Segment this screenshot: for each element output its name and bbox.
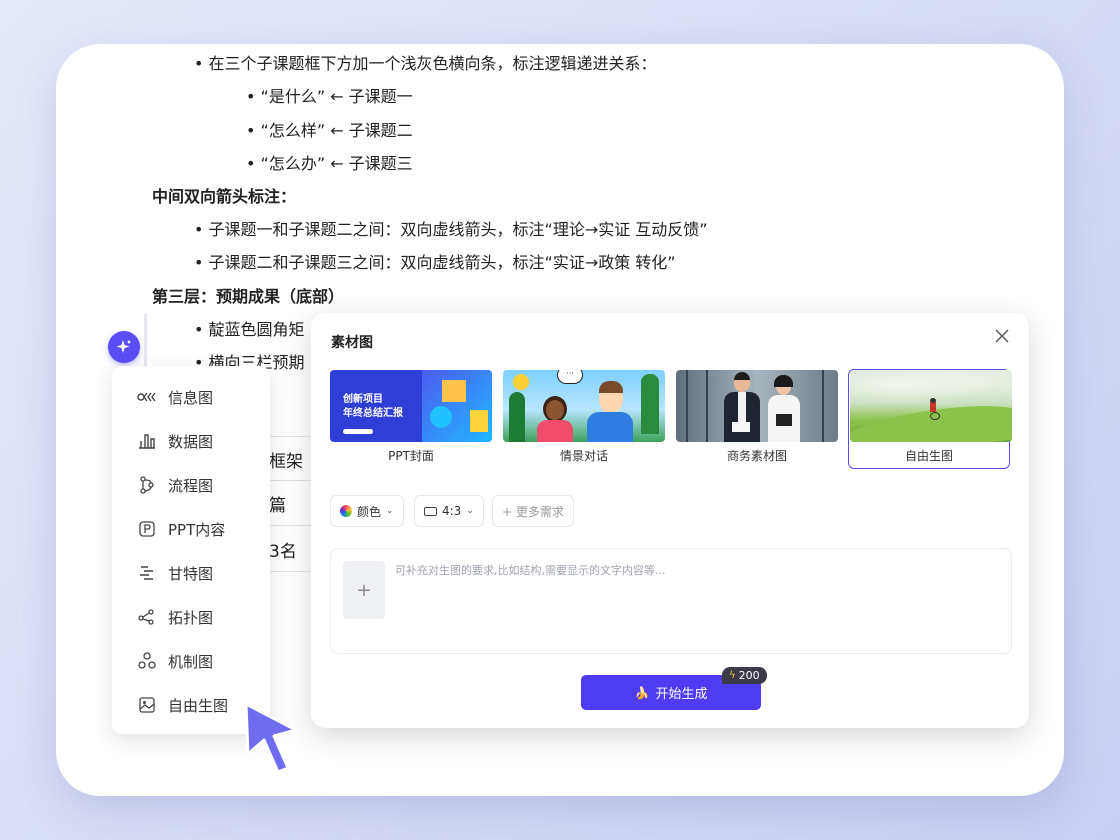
menu-item-label: 流程图 (168, 476, 214, 495)
table-cell: 框架 (269, 452, 303, 472)
menu-item-data-chart[interactable]: 数据图 (112, 419, 270, 463)
color-label: 颜色 (357, 504, 382, 519)
template-dialogue[interactable]: ··· 情景对话 (503, 370, 665, 464)
doc-line: • 在三个子课题框下方加一个浅灰色横向条，标注逻辑递进关系： (194, 54, 657, 73)
color-wheel-icon (340, 505, 352, 517)
thumb-title: 创新项目 (343, 394, 383, 405)
ppt-icon (136, 521, 158, 537)
doc-line: • “怎么办” ← 子课题三 (246, 154, 413, 173)
chevron-down-icon: ⌄ (386, 506, 394, 516)
template-label: 商务素材图 (726, 449, 787, 463)
chart-type-menu: 信息图 数据图 流程图 PPT内容 甘特图 拓扑图 机制图 自由生图 (112, 366, 270, 734)
menu-item-ppt[interactable]: PPT内容 (112, 507, 270, 551)
aspect-ratio-icon (424, 506, 437, 516)
mouse-cursor-icon (244, 702, 298, 774)
upload-image-button[interactable]: + (343, 561, 385, 619)
requirements-input[interactable]: + 可补充对生图的要求,比如结构,需要显示的文字内容等... (330, 548, 1012, 654)
requirements-placeholder: 可补充对生图的要求,比如结构,需要显示的文字内容等... (395, 564, 666, 577)
cost-badge: ϟ 200 (722, 667, 767, 684)
asset-image-dialog: 素材图 创新项目 年终总结汇报 PPT封面 ··· 情景对话 商务素材图 自由生… (311, 313, 1029, 728)
color-dropdown[interactable]: 颜色 ⌄ (330, 495, 404, 527)
flowchart-icon (136, 476, 158, 494)
template-label: PPT封面 (388, 449, 434, 463)
menu-item-flowchart[interactable]: 流程图 (112, 463, 270, 507)
cost-value: 200 (738, 669, 760, 682)
ratio-label: 4:3 (442, 504, 462, 518)
menu-item-topology[interactable]: 拓扑图 (112, 595, 270, 639)
infographic-icon (136, 390, 158, 404)
menu-item-label: 甘特图 (168, 564, 214, 583)
ppt-cover-thumbnail: 创新项目 年终总结汇报 (330, 370, 492, 442)
menu-item-label: 信息图 (168, 388, 214, 407)
ratio-dropdown[interactable]: 4:3 ⌄ (414, 495, 484, 527)
menu-item-infographic[interactable]: 信息图 (112, 375, 270, 419)
generate-label: 开始生成 (655, 687, 708, 702)
menu-item-label: 自由生图 (168, 696, 229, 715)
business-thumbnail (676, 370, 838, 442)
banana-icon: 🍌 (634, 685, 650, 700)
doc-line: • “是什么” ← 子课题一 (246, 87, 413, 106)
template-ppt-cover[interactable]: 创新项目 年终总结汇报 PPT封面 (330, 370, 492, 464)
template-business[interactable]: 商务素材图 (676, 370, 838, 464)
table-cell: 篇 (269, 496, 286, 516)
doc-line: • “怎么样” ← 子课题二 (246, 121, 413, 140)
template-label: 自由生图 (904, 449, 953, 463)
menu-item-label: 数据图 (168, 432, 214, 451)
table-cell: 3名 (269, 542, 297, 562)
chevron-down-icon: ⌄ (466, 506, 474, 516)
template-free-image[interactable]: 自由生图 (848, 369, 1012, 469)
doc-heading: 中间双向箭头标注： (152, 187, 297, 206)
menu-item-label: 机制图 (168, 652, 214, 671)
menu-item-gantt[interactable]: 甘特图 (112, 551, 270, 595)
plus-icon: + (356, 579, 372, 601)
gantt-icon (136, 565, 158, 581)
mechanism-icon (136, 652, 158, 670)
bar-chart-icon (136, 433, 158, 449)
menu-item-label: 拓扑图 (168, 608, 214, 627)
more-requirements-button[interactable]: + 更多需求 (492, 495, 574, 527)
image-icon (136, 697, 158, 713)
menu-item-mechanism[interactable]: 机制图 (112, 639, 270, 683)
doc-line: • 子课题一和子课题二之间：双向虚线箭头，标注“理论→实证 互动反馈” (194, 220, 708, 239)
template-label: 情景对话 (559, 449, 608, 463)
more-label: + 更多需求 (502, 504, 564, 519)
menu-item-label: PPT内容 (168, 520, 226, 539)
doc-heading: 第三层：预期成果（底部） (152, 287, 345, 306)
topology-icon (136, 609, 158, 625)
dialogue-thumbnail: ··· (503, 370, 665, 442)
doc-line: • 靛蓝色圆角矩 (194, 320, 305, 339)
dialog-title: 素材图 (331, 335, 373, 351)
ai-assistant-button[interactable] (108, 331, 140, 363)
close-icon[interactable] (993, 329, 1011, 347)
doc-line: • 子课题二和子课题三之间：双向虚线箭头，标注“实证→政策 转化” (194, 253, 676, 272)
thumb-subtitle: 年终总结汇报 (343, 408, 403, 419)
lightning-icon: ϟ (729, 670, 736, 681)
sparkle-icon (116, 340, 131, 353)
free-image-thumbnail (850, 370, 1012, 442)
